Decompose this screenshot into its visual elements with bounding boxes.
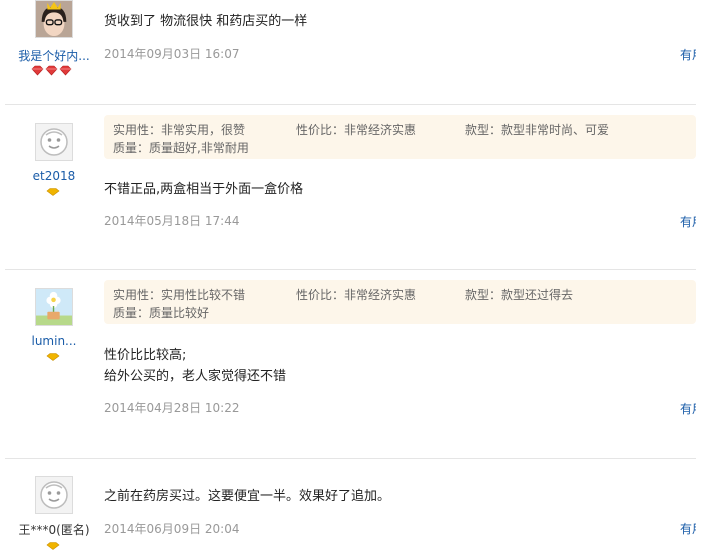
review-item: 王***0(匿名) 之前在药房买过。这要便宜一半。效果好了追加。 2014年06… xyxy=(0,459,702,553)
review-item: lumin... 实用性：实用性比较不错 性价比：非常经济实惠 款型：款型还过得… xyxy=(0,270,702,458)
user-avatar[interactable] xyxy=(35,0,73,38)
review-comment-line-2: 给外公买的，老人家觉得还不错 xyxy=(104,369,287,384)
username[interactable]: 王***0(匿名) xyxy=(0,521,108,538)
review-date: 2014年04月28日 10:22 xyxy=(104,401,240,415)
attr-quality: 质量：质量比较好 xyxy=(113,306,210,320)
review-comment: 之前在药房买过。这要便宜一半。效果好了追加。 xyxy=(104,489,391,504)
red-gem-icon xyxy=(31,65,75,77)
username[interactable]: et2018 xyxy=(0,169,108,183)
review-date: 2014年05月18日 17:44 xyxy=(104,214,240,228)
review-date: 2014年06月09日 20:04 xyxy=(104,522,240,536)
default-face-icon xyxy=(40,481,68,509)
attr-practical: 实用性：实用性比较不错 xyxy=(113,288,246,302)
attr-value: 性价比：非常经济实惠 xyxy=(296,123,417,137)
gold-diamond-icon xyxy=(46,188,60,196)
review-comment: 不错正品,两盒相当于外面一盒价格 xyxy=(104,182,304,197)
user-avatar[interactable] xyxy=(35,288,73,326)
gold-diamond-icon xyxy=(46,353,60,361)
review-comment-line-1: 性价比比较高; xyxy=(104,348,187,363)
username[interactable]: 我是个好内... xyxy=(0,47,108,64)
attribute-panel: 实用性：非常实用，很赞 性价比：非常经济实惠 款型：款型非常时尚、可爱 质量：质… xyxy=(104,115,696,159)
review-item: et2018 实用性：非常实用，很赞 性价比：非常经济实惠 款型：款型非常时尚、… xyxy=(0,105,702,269)
attr-quality: 质量：质量超好,非常耐用 xyxy=(113,141,249,155)
review-item: 我是个好内... 货收到了 物流很快 和药店买的一样 2014年09月03日 1… xyxy=(0,0,702,104)
username[interactable]: lumin... xyxy=(0,334,108,348)
flower-photo xyxy=(36,289,72,325)
default-face-icon xyxy=(40,128,68,156)
user-avatar[interactable] xyxy=(35,123,73,161)
gold-diamond-icon xyxy=(46,542,60,550)
attr-value: 性价比：非常经济实惠 xyxy=(296,288,417,302)
attr-style: 款型：款型还过得去 xyxy=(465,288,574,302)
review-comment: 货收到了 物流很快 和药店买的一样 xyxy=(104,14,308,29)
user-avatar[interactable] xyxy=(35,476,73,514)
attr-practical: 实用性：非常实用，很赞 xyxy=(113,123,246,137)
girl-with-crown-photo xyxy=(36,1,72,37)
scrollbar[interactable] xyxy=(696,0,702,553)
attr-style: 款型：款型非常时尚、可爱 xyxy=(465,123,610,137)
review-date: 2014年09月03日 16:07 xyxy=(104,47,240,61)
attribute-panel: 实用性：实用性比较不错 性价比：非常经济实惠 款型：款型还过得去 质量：质量比较… xyxy=(104,280,696,324)
